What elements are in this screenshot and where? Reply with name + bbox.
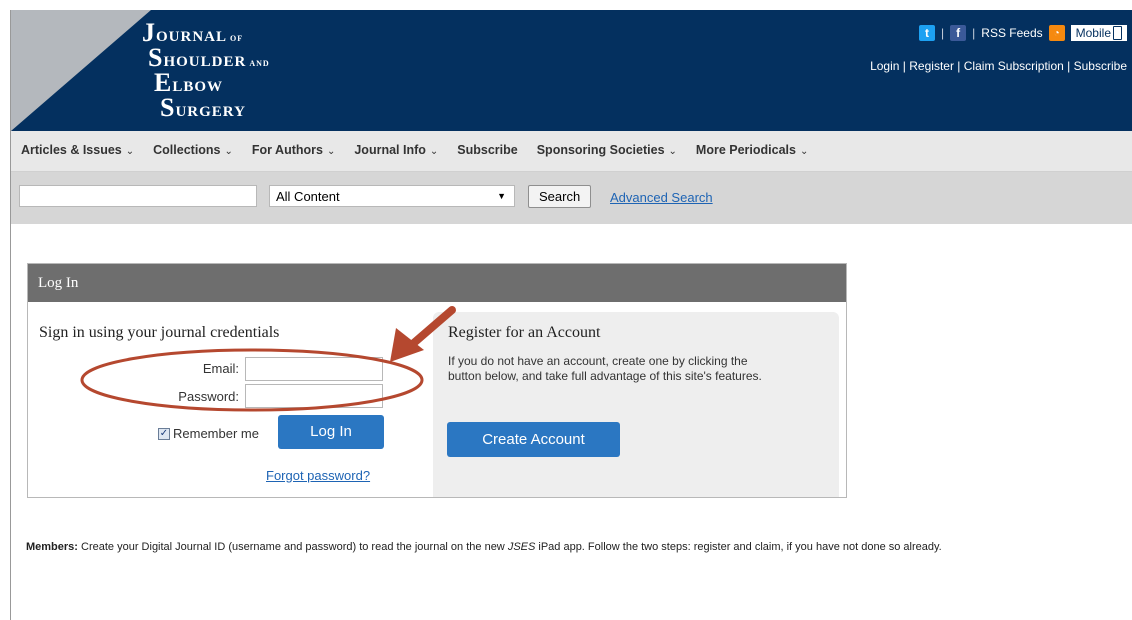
dropdown-arrow-icon: ▼ [497, 191, 506, 201]
password-field[interactable] [245, 384, 383, 408]
main-nav: Articles & Issues ⌄ Collections ⌄ For Auth… [11, 131, 1132, 172]
header-utility: t | f | RSS Feeds ◔ Mobile Login | Regis… [832, 22, 1132, 82]
sign-in-heading: Sign in using your journal credentials [39, 324, 280, 341]
remember-me-checkbox[interactable]: ✓ [158, 427, 170, 440]
chevron-down-icon: ⌄ [224, 146, 233, 157]
login-link[interactable]: Login [870, 59, 899, 73]
account-links: Login | Register | Claim Subscription | … [870, 59, 1127, 73]
login-panel: Log In Sign in using your journal creden… [27, 263, 847, 498]
rss-feeds-link[interactable]: RSS Feeds [981, 26, 1042, 40]
register-description: If you do not have an account, create on… [448, 354, 762, 383]
search-scope-select[interactable]: All Content ▼ [269, 185, 515, 207]
log-in-button[interactable]: Log In [278, 415, 384, 449]
search-bar: All Content ▼ Search Advanced Search [11, 172, 1132, 224]
search-button[interactable]: Search [528, 185, 592, 208]
search-input[interactable] [19, 185, 257, 207]
chevron-down-icon: ⌄ [326, 146, 336, 157]
claim-subscription-link[interactable]: Claim Subscription [964, 59, 1064, 73]
password-label: Password: [178, 389, 239, 404]
nav-for-authors[interactable]: For Authors ⌄ [252, 143, 335, 157]
create-account-button[interactable]: Create Account [447, 422, 620, 457]
nav-sponsoring-societies[interactable]: Sponsoring Societies ⌄ [537, 143, 677, 157]
rss-icon[interactable]: ◔ [1048, 25, 1065, 41]
facebook-icon[interactable]: f [950, 25, 967, 41]
nav-subscribe[interactable]: Subscribe [457, 143, 517, 157]
mobile-phone-icon [1113, 26, 1122, 40]
nav-articles-issues[interactable]: Articles & Issues ⌄ [21, 143, 134, 157]
email-label: Email: [202, 361, 239, 376]
subscribe-link[interactable]: Subscribe [1074, 59, 1127, 73]
remember-me[interactable]: ✓ Remember me [158, 426, 259, 441]
advanced-search-link[interactable]: Advanced Search [610, 190, 713, 205]
logo-line-4: SURGERY [160, 93, 246, 122]
chevron-down-icon: ⌄ [668, 146, 677, 157]
members-note: Members: Create your Digital Journal ID … [26, 541, 942, 553]
chevron-down-icon: ⌄ [125, 146, 135, 157]
page: JOURNAL OF SHOULDER AND ELBOW SURGERY t | … [0, 0, 1132, 620]
mobile-button[interactable]: Mobile [1070, 25, 1127, 41]
nav-collections[interactable]: Collections ⌄ [153, 143, 233, 157]
header-triangle-decoration [11, 10, 151, 131]
chevron-down-icon: ⌄ [799, 146, 809, 157]
twitter-icon[interactable]: t [919, 25, 936, 41]
nav-journal-info[interactable]: Journal Info ⌄ [354, 143, 438, 157]
social-links: t | f | RSS Feeds ◔ Mobile [919, 25, 1127, 41]
register-link[interactable]: Register [909, 59, 954, 73]
login-panel-title: Log In [28, 264, 846, 302]
forgot-password-link[interactable]: Forgot password? [266, 468, 370, 483]
register-heading: Register for an Account [448, 324, 601, 341]
register-box: Register for an Account If you do not ha… [433, 312, 839, 497]
nav-more-periodicals[interactable]: More Periodicals ⌄ [696, 143, 808, 157]
site-header: JOURNAL OF SHOULDER AND ELBOW SURGERY t | … [11, 10, 1132, 131]
email-field[interactable] [245, 357, 383, 381]
chevron-down-icon: ⌄ [429, 146, 439, 157]
